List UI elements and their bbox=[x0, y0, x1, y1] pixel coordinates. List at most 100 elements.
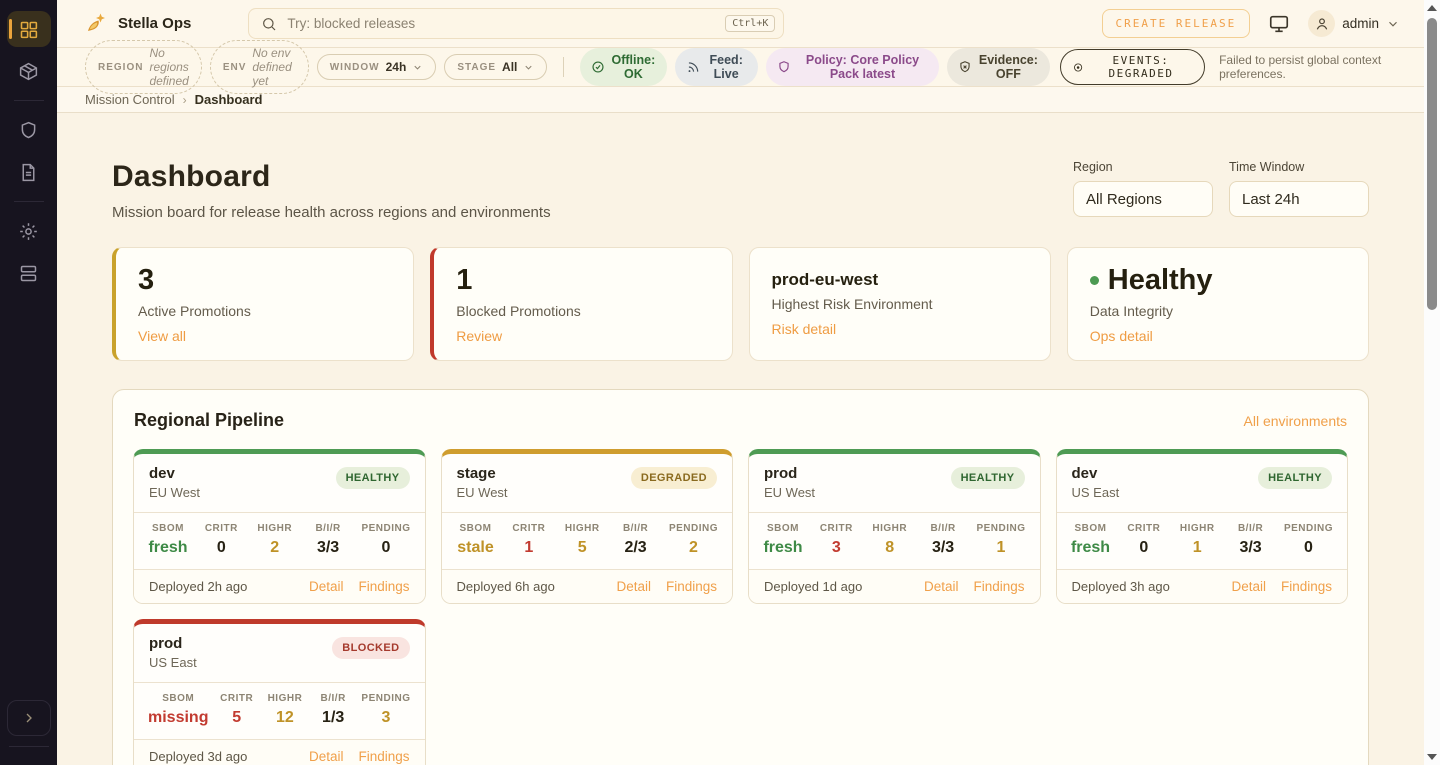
environment-region: EU West bbox=[457, 485, 508, 500]
context-chip-window[interactable]: WINDOW 24h bbox=[317, 54, 437, 80]
pipeline-card-dev-eu-west: dev EU West HEALTHY SBOMfreshCRITR0HIGHR… bbox=[133, 449, 426, 604]
all-environments-link[interactable]: All environments bbox=[1244, 413, 1348, 429]
sidebar-item-releases[interactable] bbox=[7, 53, 51, 89]
sidebar-item-settings[interactable] bbox=[7, 213, 51, 249]
context-chip-region[interactable]: REGION No regions defined bbox=[85, 40, 202, 94]
sidebar-item-documents[interactable] bbox=[7, 154, 51, 190]
search-shortcut-badge: Ctrl+K bbox=[725, 15, 775, 32]
stat-pending: PENDING3 bbox=[361, 693, 410, 727]
environment-region: EU West bbox=[764, 485, 815, 500]
time-window-select[interactable]: Last 24h bbox=[1229, 181, 1369, 217]
status-badge-offline[interactable]: Offline: OK bbox=[580, 48, 666, 86]
stat-highr: HIGHR12 bbox=[265, 693, 305, 727]
breadcrumb-item-mission-control[interactable]: Mission Control bbox=[85, 92, 175, 107]
risk-detail-link[interactable]: Risk detail bbox=[772, 321, 837, 337]
events-status-pill[interactable]: EVENTS: DEGRADED bbox=[1060, 49, 1205, 85]
scroll-down-arrow[interactable] bbox=[1427, 754, 1437, 760]
stat-value: prod-eu-west bbox=[772, 270, 879, 290]
stat-pending: PENDING1 bbox=[976, 523, 1025, 557]
deployed-timestamp: Deployed 3h ago bbox=[1072, 579, 1170, 594]
detail-link[interactable]: Detail bbox=[309, 749, 344, 764]
circle-check-icon bbox=[591, 60, 605, 74]
environment-region: EU West bbox=[149, 485, 200, 500]
stat-b-i-r: B/I/R3/3 bbox=[1231, 523, 1271, 557]
view-all-link[interactable]: View all bbox=[138, 328, 186, 344]
sidebar-item-dashboard[interactable] bbox=[7, 11, 51, 47]
detail-link[interactable]: Detail bbox=[616, 579, 651, 594]
detail-link[interactable]: Detail bbox=[924, 579, 959, 594]
stat-pending: PENDING0 bbox=[1284, 523, 1333, 557]
findings-link[interactable]: Findings bbox=[358, 579, 409, 594]
sidebar-item-security[interactable] bbox=[7, 112, 51, 148]
pipeline-stats: SBOMfreshCRITR0HIGHR2B/I/R3/3PENDING0 bbox=[134, 512, 425, 569]
create-release-button[interactable]: CREATE RELEASE bbox=[1102, 9, 1251, 38]
context-notice: Failed to persist global context prefere… bbox=[1219, 53, 1404, 81]
pipeline-stats: SBOMstaleCRITR1HIGHR5B/I/R2/3PENDING2 bbox=[442, 512, 733, 569]
status-badge-feed[interactable]: Feed: Live bbox=[675, 48, 758, 86]
stat-b-i-r: B/I/R2/3 bbox=[616, 523, 656, 557]
environment-region: US East bbox=[1072, 485, 1120, 500]
findings-link[interactable]: Findings bbox=[1281, 579, 1332, 594]
findings-link[interactable]: Findings bbox=[358, 749, 409, 764]
status-pill: BLOCKED bbox=[332, 637, 409, 659]
shield-icon bbox=[18, 120, 39, 141]
environment-name: stage bbox=[457, 465, 508, 482]
findings-link[interactable]: Findings bbox=[666, 579, 717, 594]
stat-pending: PENDING2 bbox=[669, 523, 718, 557]
status-badge-evidence[interactable]: Evidence: OFF bbox=[947, 48, 1050, 86]
server-icon bbox=[18, 263, 39, 284]
stat-card-highest-risk-environment: prod-eu-west Highest Risk Environment Ri… bbox=[749, 247, 1051, 361]
sidebar-divider bbox=[9, 746, 49, 747]
deployed-timestamp: Deployed 6h ago bbox=[457, 579, 555, 594]
stat-highr: HIGHR2 bbox=[255, 523, 295, 557]
status-badge-policy[interactable]: Policy: Core Policy Pack latest bbox=[766, 48, 939, 86]
environment-name: dev bbox=[149, 465, 200, 482]
pipeline-card-links: Detail Findings bbox=[924, 579, 1025, 594]
scrollbar-thumb[interactable] bbox=[1427, 18, 1437, 310]
brand-name: Stella Ops bbox=[118, 15, 191, 32]
events-status-text: EVENTS: DEGRADED bbox=[1090, 54, 1192, 80]
document-icon bbox=[18, 162, 39, 183]
stat-card-blocked-promotions: 1 Blocked Promotions Review bbox=[430, 247, 732, 361]
detail-link[interactable]: Detail bbox=[1231, 579, 1266, 594]
environment-name: prod bbox=[149, 635, 197, 652]
sidebar-collapse-button[interactable] bbox=[7, 700, 51, 736]
pipeline-card-dev-us-east: dev US East HEALTHY SBOMfreshCRITR0HIGHR… bbox=[1056, 449, 1349, 604]
findings-link[interactable]: Findings bbox=[973, 579, 1024, 594]
user-menu[interactable]: admin bbox=[1308, 10, 1400, 37]
stat-label: Blocked Promotions bbox=[456, 303, 709, 319]
brand: Stella Ops bbox=[85, 12, 191, 36]
health-dot-icon bbox=[1090, 276, 1099, 285]
pipeline-card-prod-us-east: prod US East BLOCKED SBOMmissingCRITR5HI… bbox=[133, 619, 426, 765]
stat-critr: CRITR3 bbox=[816, 523, 856, 557]
time-window-filter-label: Time Window bbox=[1229, 160, 1369, 174]
stat-value: 3 bbox=[138, 264, 154, 297]
stat-card-active-promotions: 3 Active Promotions View all bbox=[112, 247, 414, 361]
status-pill: HEALTHY bbox=[336, 467, 410, 489]
sidebar-item-infrastructure[interactable] bbox=[7, 255, 51, 291]
stat-label: Highest Risk Environment bbox=[772, 296, 1028, 312]
region-select[interactable]: All Regions bbox=[1073, 181, 1213, 217]
context-divider bbox=[563, 57, 564, 77]
context-chip-stage[interactable]: STAGE All bbox=[444, 54, 547, 80]
stat-value: 1 bbox=[456, 264, 472, 297]
sidebar-divider bbox=[14, 100, 44, 101]
scroll-up-arrow[interactable] bbox=[1427, 5, 1437, 11]
status-pill: HEALTHY bbox=[1258, 467, 1332, 489]
stat-pending: PENDING0 bbox=[361, 523, 410, 557]
context-chip-env[interactable]: ENV No env defined yet bbox=[210, 40, 309, 94]
grid-icon bbox=[18, 19, 39, 40]
review-link[interactable]: Review bbox=[456, 328, 502, 344]
detail-link[interactable]: Detail bbox=[309, 579, 344, 594]
stat-sbom: SBOMfresh bbox=[1071, 523, 1111, 557]
stat-b-i-r: B/I/R3/3 bbox=[923, 523, 963, 557]
display-mode-button[interactable] bbox=[1268, 13, 1290, 35]
search-input[interactable] bbox=[287, 16, 715, 31]
person-icon bbox=[1314, 16, 1330, 32]
panel-title: Regional Pipeline bbox=[134, 410, 284, 431]
ops-detail-link[interactable]: Ops detail bbox=[1090, 328, 1153, 344]
stat-highr: HIGHR1 bbox=[1177, 523, 1217, 557]
pipeline-card-links: Detail Findings bbox=[309, 749, 410, 764]
stat-label: Active Promotions bbox=[138, 303, 391, 319]
global-search[interactable]: Ctrl+K bbox=[248, 8, 784, 39]
